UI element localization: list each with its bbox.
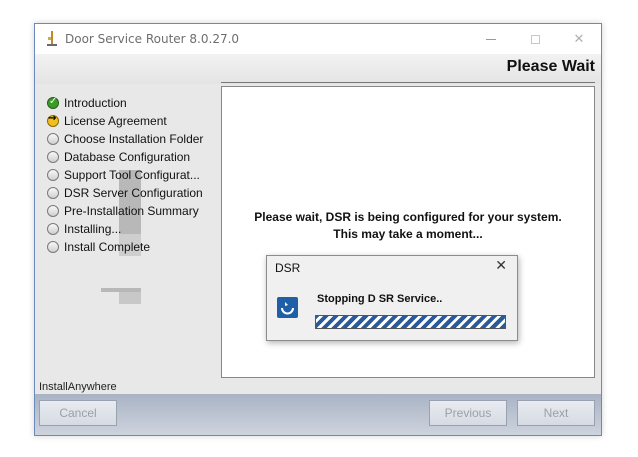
step-item: Introduction	[47, 94, 227, 112]
step-item: Choose Installation Folder	[47, 130, 227, 148]
dialog-title: DSR	[275, 261, 301, 275]
previous-button[interactable]: Previous	[429, 400, 507, 426]
empty-circle-icon	[47, 133, 59, 145]
wait-message: Please wait, DSR is being configured for…	[222, 209, 594, 243]
progress-dialog: DSR ✕ Stopping D SR Service..	[266, 255, 518, 341]
window-title: Door Service Router 8.0.27.0	[65, 32, 240, 46]
step-label: License Agreement	[64, 114, 167, 128]
empty-circle-icon	[47, 151, 59, 163]
maximize-button[interactable]	[513, 24, 557, 54]
step-label: Introduction	[64, 96, 127, 110]
empty-circle-icon	[47, 241, 59, 253]
content-pane: Please wait, DSR is being configured for…	[221, 86, 595, 378]
step-item: License Agreement	[47, 112, 227, 130]
dialog-status-text: Stopping D SR Service..	[317, 293, 443, 305]
header-band: Please Wait	[35, 54, 601, 84]
step-label: Install Complete	[64, 240, 151, 254]
step-label: Installing...	[64, 222, 122, 236]
dialog-close-button[interactable]: ✕	[495, 258, 507, 274]
empty-circle-icon	[47, 187, 59, 199]
empty-circle-icon	[47, 205, 59, 217]
progress-bar	[315, 315, 506, 329]
installer-window: Door Service Router 8.0.27.0 ✕ Please Wa…	[34, 23, 602, 436]
empty-circle-icon	[47, 223, 59, 235]
empty-circle-icon	[47, 169, 59, 181]
footer-bar: Cancel Previous Next	[35, 394, 601, 435]
maximize-icon	[530, 34, 540, 44]
step-list: Introduction License Agreement Choose In…	[47, 94, 227, 256]
step-label: Support Tool Configurat...	[64, 168, 200, 182]
progress-bar-fill	[316, 316, 505, 328]
watermark-bar	[119, 292, 141, 304]
next-button[interactable]: Next	[517, 400, 595, 426]
step-item: Pre-Installation Summary	[47, 202, 227, 220]
arrow-circle-icon	[47, 113, 59, 127]
title-bar[interactable]: Door Service Router 8.0.27.0 ✕	[35, 24, 601, 54]
app-icon	[45, 31, 59, 47]
step-item: Install Complete	[47, 238, 227, 256]
wait-message-line2: This may take a moment...	[333, 227, 483, 241]
minimize-icon	[486, 38, 496, 40]
page-title: Please Wait	[506, 58, 595, 75]
step-label: Database Configuration	[64, 150, 191, 164]
window-controls: ✕	[469, 24, 601, 54]
minimize-button[interactable]	[469, 24, 513, 54]
wait-message-line1: Please wait, DSR is being configured for…	[254, 210, 562, 224]
step-label: DSR Server Configuration	[64, 186, 203, 200]
step-item: Support Tool Configurat...	[47, 166, 227, 184]
step-item: DSR Server Configuration	[47, 184, 227, 202]
close-icon: ✕	[573, 31, 585, 47]
header-divider	[221, 82, 595, 83]
step-item: Database Configuration	[47, 148, 227, 166]
step-label: Choose Installation Folder	[64, 132, 204, 146]
step-item: Installing...	[47, 220, 227, 238]
cancel-button[interactable]: Cancel	[39, 400, 117, 426]
check-circle-icon	[47, 96, 59, 109]
close-button[interactable]: ✕	[557, 24, 601, 54]
step-label: Pre-Installation Summary	[64, 204, 199, 218]
brand-label: InstallAnywhere	[39, 381, 117, 393]
dsr-app-icon	[277, 297, 298, 318]
